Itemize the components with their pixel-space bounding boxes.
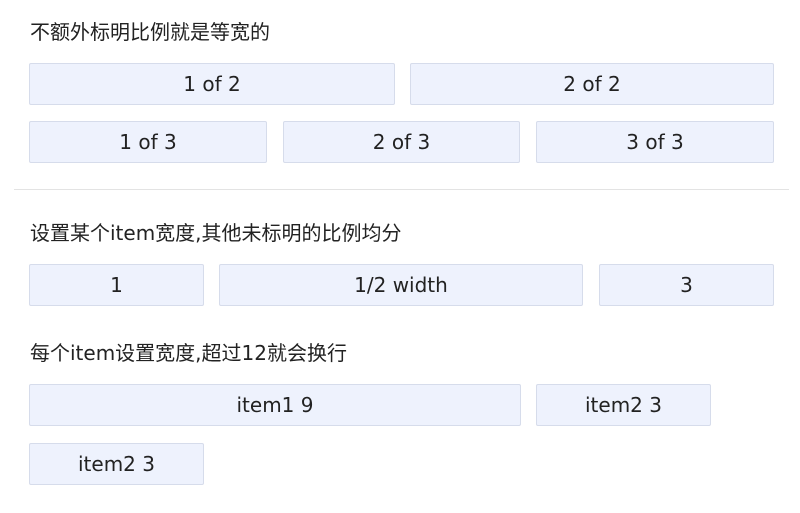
section-title: 每个item设置宽度,超过12就会换行 bbox=[30, 341, 347, 365]
grid-cell-item2: item2 3 bbox=[536, 384, 711, 426]
section-title: 设置某个item宽度,其他未标明的比例均分 bbox=[30, 221, 402, 245]
grid-cell-1-of-2: 1 of 2 bbox=[29, 63, 395, 105]
section-title: 不额外标明比例就是等宽的 bbox=[30, 20, 270, 44]
grid-cell-3-of-3: 3 of 3 bbox=[536, 121, 774, 163]
grid-cell-item2-wrapped: item2 3 bbox=[29, 443, 204, 485]
grid-cell-1-of-3: 1 of 3 bbox=[29, 121, 267, 163]
grid-cell-3: 3 bbox=[599, 264, 774, 306]
grid-cell-1: 1 bbox=[29, 264, 204, 306]
grid-cell-2-of-2: 2 of 2 bbox=[410, 63, 774, 105]
grid-cell-2-of-3: 2 of 3 bbox=[283, 121, 520, 163]
section-divider bbox=[14, 189, 789, 190]
grid-cell-half-width: 1/2 width bbox=[219, 264, 583, 306]
grid-cell-item1: item1 9 bbox=[29, 384, 521, 426]
